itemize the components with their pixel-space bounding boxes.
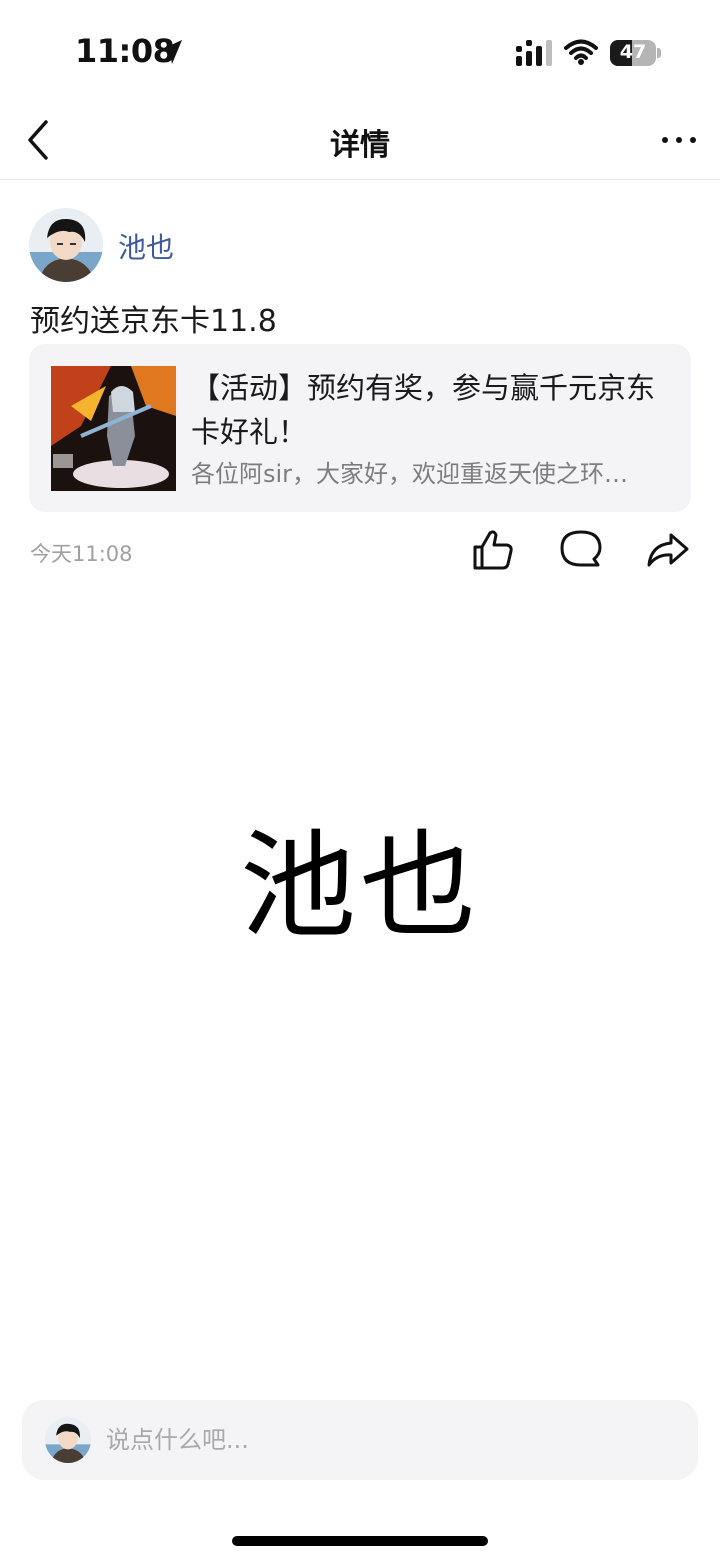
nav-bar: 详情 — [0, 100, 720, 180]
avatar-image — [29, 208, 103, 282]
post-detail-screen: 11:08 47 详情 池也 预约送京东卡11.8 【活动】预约有奖，参与赢千元… — [0, 0, 720, 1561]
comment-bar[interactable] — [22, 1400, 698, 1480]
ellipsis-icon — [662, 137, 696, 143]
battery-tip — [657, 48, 661, 58]
link-card[interactable]: 【活动】预约有奖，参与赢千元京东卡好礼！ 各位阿sir，大家好，欢迎重返天使之环… — [29, 344, 691, 512]
card-title: 【活动】预约有奖，参与赢千元京东卡好礼！ — [191, 371, 656, 449]
thumbs-up-icon — [473, 530, 513, 570]
wifi-icon — [564, 39, 598, 65]
more-button[interactable] — [654, 124, 704, 156]
comment-button[interactable] — [558, 527, 604, 573]
cellular-signal-icon — [516, 40, 552, 66]
card-description: 各位阿sir，大家好，欢迎重返天使之环… — [191, 460, 629, 488]
share-button[interactable] — [645, 527, 691, 573]
status-bar: 11:08 47 — [0, 0, 720, 100]
battery-level: 47 — [619, 41, 647, 63]
post-text: 预约送京东卡11.8 — [30, 304, 277, 339]
battery-icon: 47 — [610, 40, 656, 66]
location-arrow-icon — [160, 40, 182, 64]
comment-input[interactable] — [106, 1414, 666, 1466]
home-indicator[interactable] — [232, 1536, 488, 1546]
card-thumbnail — [51, 366, 176, 491]
thumbnail-image — [51, 366, 176, 491]
share-icon — [647, 533, 689, 567]
comment-icon — [560, 530, 602, 567]
post-timestamp: 今天11:08 — [30, 542, 133, 566]
like-button[interactable] — [470, 527, 516, 573]
avatar-image — [45, 1417, 91, 1463]
user-avatar — [45, 1417, 91, 1463]
author-name[interactable]: 池也 — [118, 226, 174, 266]
display-name: 池也 — [240, 819, 480, 954]
page-title: 详情 — [330, 128, 390, 163]
author-avatar[interactable] — [29, 208, 103, 282]
